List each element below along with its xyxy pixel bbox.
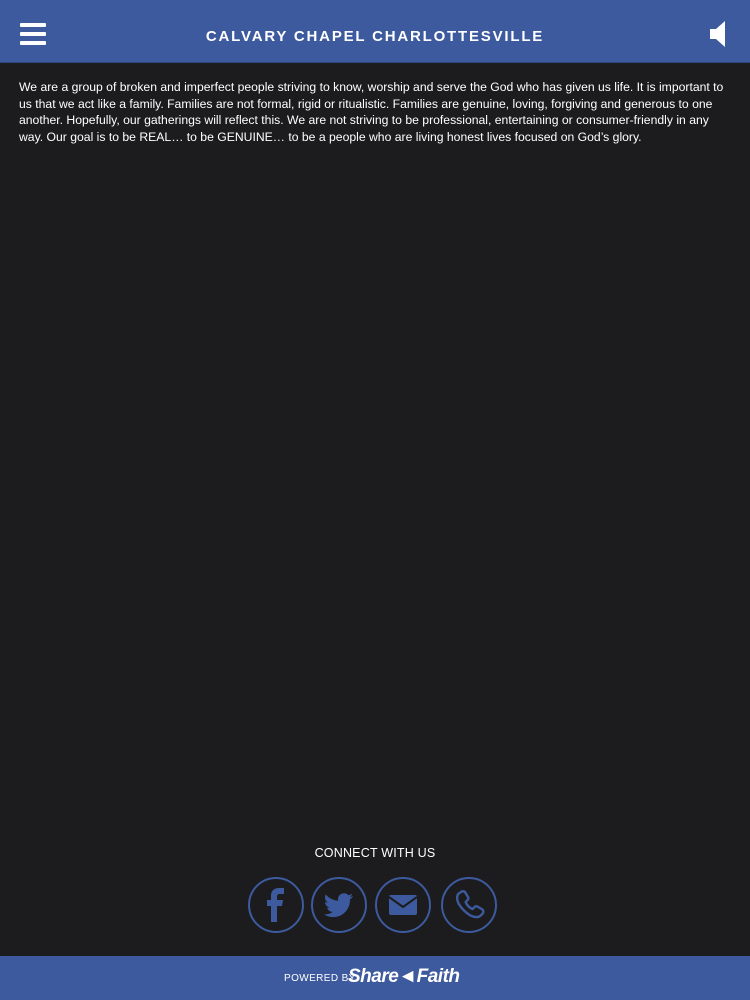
footer: POWERED BY Share◄Faith bbox=[0, 956, 750, 1000]
sharefaith-logo[interactable]: Share◄Faith bbox=[348, 966, 460, 988]
speaker-icon[interactable] bbox=[708, 20, 728, 48]
connect-heading: CONNECT WITH US bbox=[314, 846, 436, 860]
email-icon bbox=[388, 895, 418, 915]
email-button[interactable] bbox=[375, 877, 431, 933]
twitter-icon bbox=[323, 893, 353, 918]
facebook-icon bbox=[267, 888, 284, 922]
app-header: CALVARY CHAPEL CHARLOTTESVILLE bbox=[0, 0, 750, 63]
phone-button[interactable] bbox=[441, 877, 497, 933]
facebook-button[interactable] bbox=[248, 877, 304, 933]
about-text: We are a group of broken and imperfect p… bbox=[19, 80, 724, 144]
twitter-button[interactable] bbox=[311, 877, 367, 933]
social-links bbox=[248, 877, 498, 933]
phone-icon bbox=[455, 890, 485, 919]
powered-by-label: POWERED BY bbox=[284, 973, 356, 984]
page-title: CALVARY CHAPEL CHARLOTTESVILLE bbox=[205, 28, 545, 45]
